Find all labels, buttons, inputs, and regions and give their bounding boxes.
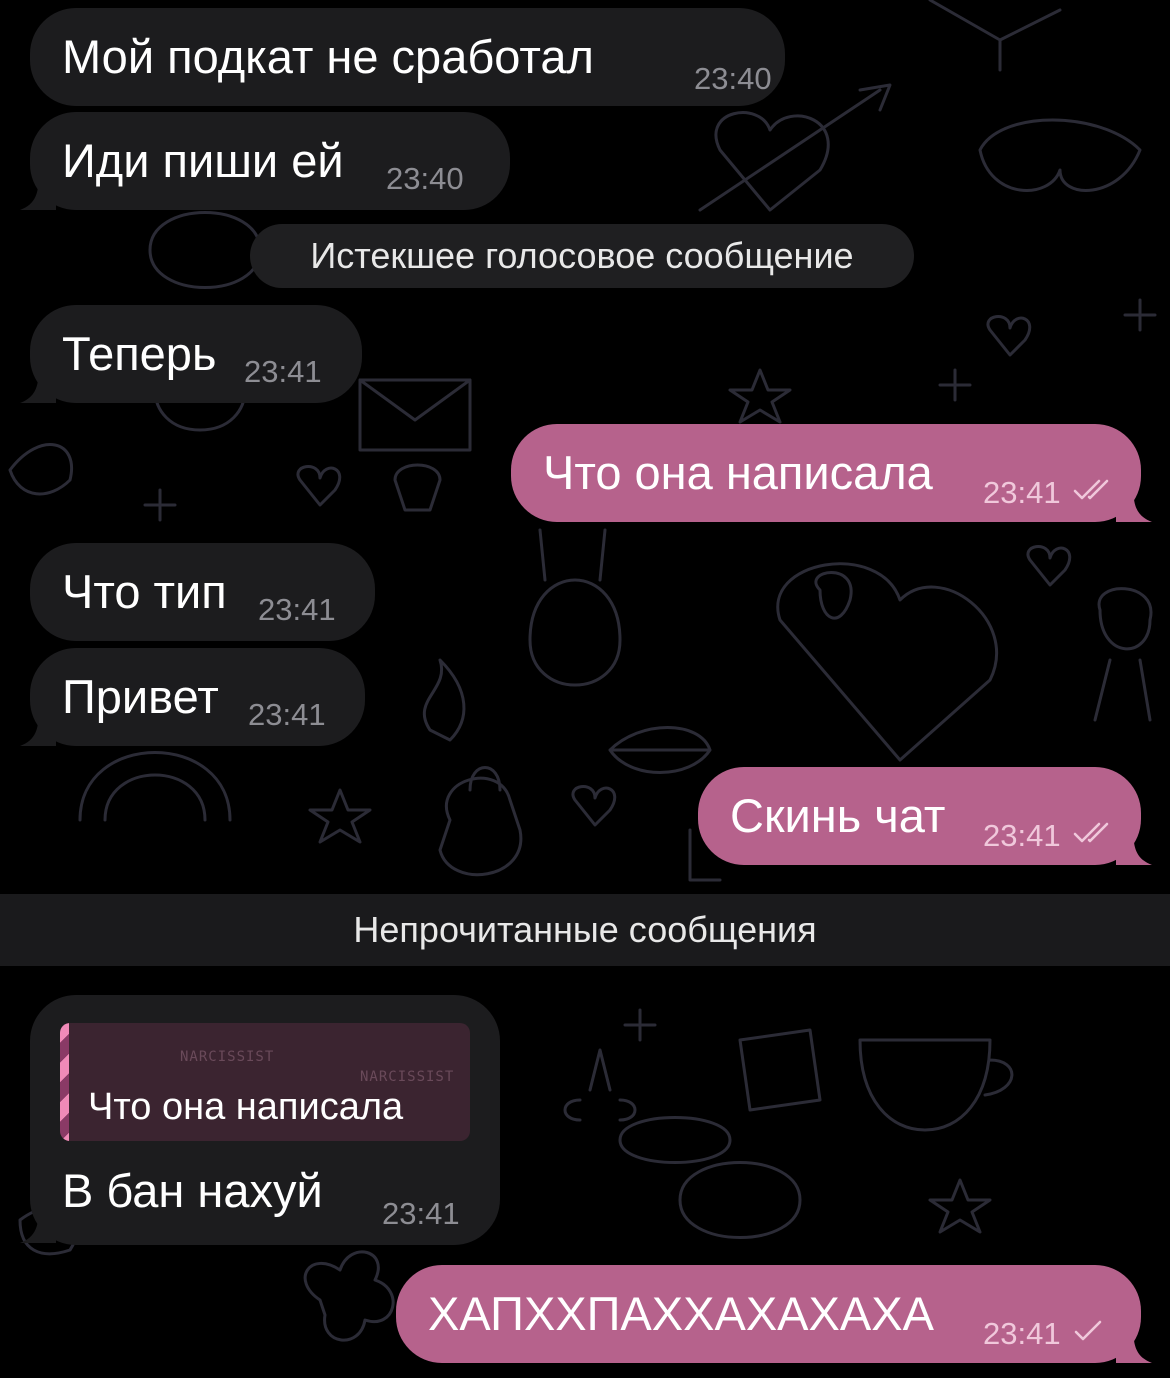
message-text: В бан нахуй bbox=[62, 1164, 323, 1217]
message-time: 23:41 bbox=[258, 592, 336, 627]
message-time: 23:40 bbox=[694, 61, 772, 96]
outgoing-message[interactable]: Что она написала 23:41 bbox=[511, 424, 1141, 522]
message-time: 23:41 bbox=[382, 1196, 460, 1231]
reply-accent-bar bbox=[60, 1023, 69, 1141]
bubble-tail-icon bbox=[20, 706, 56, 746]
message-time: 23:41 bbox=[244, 354, 322, 389]
message-time: 23:41 bbox=[983, 475, 1061, 510]
message-text: Скинь чат bbox=[730, 789, 946, 842]
bubble-tail-icon bbox=[20, 1203, 56, 1243]
read-double-check-icon bbox=[1073, 479, 1109, 500]
message-text: Привет bbox=[62, 670, 219, 723]
message-time: 23:41 bbox=[983, 818, 1061, 853]
bubble-tail-icon bbox=[20, 363, 56, 403]
incoming-message[interactable]: Иди пиши ей 23:40 bbox=[30, 112, 510, 210]
bubble-tail-icon bbox=[1116, 482, 1152, 522]
incoming-message[interactable]: Что тип 23:41 bbox=[30, 543, 375, 641]
reply-quote-text: Что она написала bbox=[88, 1086, 404, 1128]
message-text: Теперь bbox=[62, 327, 217, 380]
message-text: Мой подкат не сработал bbox=[62, 30, 594, 83]
bubble-tail-icon bbox=[1116, 825, 1152, 865]
unread-messages-divider: Непрочитанные сообщения bbox=[0, 894, 1170, 966]
read-double-check-icon bbox=[1073, 822, 1109, 843]
incoming-message[interactable]: Теперь 23:41 bbox=[30, 305, 362, 403]
message-time: 23:41 bbox=[983, 1316, 1061, 1351]
outgoing-message[interactable]: ХАПХХПАХХАХАХАХА 23:41 bbox=[396, 1265, 1141, 1363]
incoming-message[interactable]: Привет 23:41 bbox=[30, 648, 365, 746]
message-time: 23:41 bbox=[248, 697, 326, 732]
reply-pattern-label: NARCISSIST bbox=[360, 1069, 455, 1085]
reply-pattern-label: NARCISSIST bbox=[180, 1049, 275, 1065]
outgoing-message[interactable]: Скинь чат 23:41 bbox=[698, 767, 1141, 865]
message-text: Что она написала bbox=[543, 446, 933, 499]
bubble-tail-icon bbox=[1116, 1323, 1152, 1363]
message-text: Иди пиши ей bbox=[62, 134, 344, 187]
message-text: Что тип bbox=[62, 565, 227, 618]
message-text: ХАПХХПАХХАХАХАХА bbox=[428, 1287, 934, 1340]
message-time: 23:40 bbox=[386, 161, 464, 196]
message-list[interactable]: Мой подкат не сработал 23:40 Иди пиши ей… bbox=[0, 0, 1170, 1378]
expired-voice-message-notice[interactable]: Истекшее голосовое сообщение bbox=[250, 224, 914, 288]
sent-single-check-icon bbox=[1074, 1320, 1102, 1341]
bubble-tail-icon bbox=[20, 170, 56, 210]
reply-quote[interactable]: NARCISSIST NARCISSIST Что она написала bbox=[60, 1023, 470, 1141]
incoming-message[interactable]: Мой подкат не сработал 23:40 bbox=[30, 8, 785, 106]
